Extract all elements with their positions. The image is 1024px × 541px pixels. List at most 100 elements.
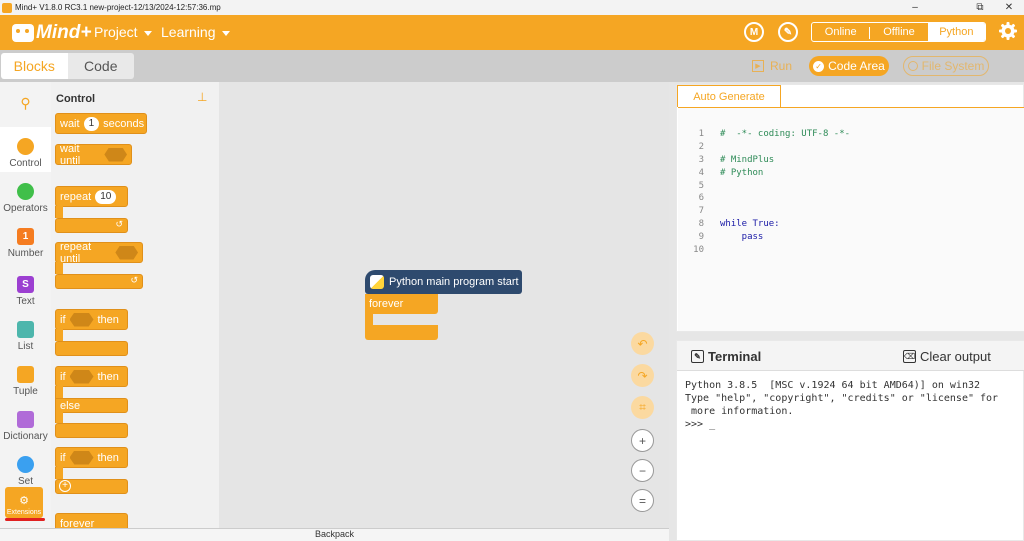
tab-blocks[interactable]: Blocks (1, 53, 68, 79)
if-then-elif-block[interactable]: if then (55, 447, 128, 468)
python-mode-button[interactable]: Python (927, 23, 985, 41)
terminal-icon: ✎ (691, 350, 704, 363)
zoom-out-icon[interactable]: − (631, 459, 654, 482)
control-color-icon (17, 138, 34, 155)
settings-gear-icon[interactable] (998, 21, 1018, 41)
palette-title: Control (56, 93, 96, 105)
window-titlebar: Mind+ V1.8.0 RC3.1 new-project-12/13/202… (0, 0, 1024, 15)
if-then-else-block-foot (55, 423, 128, 438)
add-branch-icon[interactable]: + (59, 480, 71, 492)
terminal-output[interactable]: Python 3.8.5 [MSC v.1924 64 bit AMD64)] … (685, 379, 1021, 431)
condition-slot[interactable] (69, 450, 94, 465)
loop-arrow-icon: ↺ (130, 275, 138, 285)
radio-icon (907, 61, 918, 71)
set-icon (17, 456, 34, 473)
wait-seconds-block[interactable]: wait 1 seconds (55, 113, 147, 134)
backpack-bar[interactable]: Backpack (0, 528, 669, 541)
python-logo-icon (370, 275, 384, 289)
forever-block[interactable]: forever (55, 513, 128, 528)
maximize-button[interactable]: ⧉ (965, 0, 995, 15)
category-sidebar: ⚲ Control Operators 1 Number S Text List… (0, 82, 51, 528)
close-button[interactable]: ✕ (994, 0, 1024, 15)
if-block-foot: + (55, 479, 128, 494)
redo-icon[interactable]: ↷ (631, 364, 654, 387)
else-section: else (55, 398, 128, 413)
device-manager-icon[interactable]: M (744, 22, 764, 42)
block-palette: Control ⊥ wait 1 seconds wait until repe… (51, 82, 219, 528)
condition-slot[interactable] (115, 245, 138, 260)
extensions-button[interactable]: ⚙ Extensions (5, 487, 43, 518)
loop-arrow-icon: ↺ (115, 219, 123, 229)
repeat-count-input[interactable]: 10 (95, 189, 117, 204)
repeat-until-block-foot: ↺ (55, 274, 143, 289)
if-then-block-foot (55, 341, 128, 356)
learning-menu[interactable]: Learning (161, 24, 230, 40)
condition-slot[interactable] (69, 312, 94, 327)
window-title: Mind+ V1.8.0 RC3.1 new-project-12/13/202… (15, 3, 221, 12)
tuple-icon (17, 366, 34, 383)
category-operators[interactable]: Operators (0, 172, 51, 217)
category-text[interactable]: S Text (0, 265, 51, 310)
terminal-panel: ✎ Terminal ⌫ Clear output Python 3.8.5 [MS… (676, 340, 1024, 541)
mode-switch: Online Offline Python (811, 22, 986, 42)
code-panel: Auto Generate 1 # -*- coding: UTF-8 -*- 2… (676, 84, 1024, 332)
minimize-button[interactable]: – (900, 0, 930, 15)
app-icon (2, 2, 12, 13)
zoom-in-icon[interactable]: + (631, 429, 654, 452)
chevron-down-icon (221, 30, 230, 36)
number-icon: 1 (17, 228, 34, 245)
wait-seconds-input[interactable]: 1 (83, 116, 100, 131)
category-tuple[interactable]: Tuple (0, 355, 51, 400)
text-icon: S (17, 276, 34, 293)
tab-auto-generate[interactable]: Auto Generate (677, 85, 781, 107)
pin-icon[interactable]: ⊥ (197, 90, 207, 104)
operators-color-icon (17, 183, 34, 200)
crop-icon[interactable]: ⌗ (631, 396, 654, 419)
terminal-title: ✎ Terminal (691, 349, 761, 364)
edit-icon[interactable]: ✎ (778, 22, 798, 42)
file-system-button[interactable]: File System (903, 56, 989, 76)
broom-icon: ⌫ (903, 350, 916, 363)
check-circle-icon: ✓ (813, 60, 825, 72)
repeat-until-block[interactable]: repeat until (55, 241, 143, 265)
menu-bar: Mind+ Project Learning M ✎ Online Offlin… (0, 15, 1024, 50)
reset-zoom-icon[interactable]: = (631, 489, 654, 512)
run-button[interactable]: ▶ Run (752, 56, 792, 76)
condition-slot[interactable] (69, 369, 94, 384)
mindplus-logo: Mind+ (12, 21, 91, 45)
extensions-icon: ⚙ (19, 495, 29, 507)
code-area-button[interactable]: ✓ Code Area (809, 56, 889, 76)
category-number[interactable]: 1 Number (0, 217, 51, 262)
annotation-underline (5, 518, 45, 521)
chevron-down-icon (143, 30, 152, 36)
if-then-block[interactable]: if then (55, 309, 128, 330)
category-set[interactable]: Set (0, 445, 51, 490)
terminal-header: ✎ Terminal ⌫ Clear output (677, 341, 1024, 371)
python-main-start-block[interactable]: Python main program start (365, 270, 522, 294)
search-icon: ⚲ (20, 95, 31, 111)
clear-output-button[interactable]: ⌫ Clear output (903, 349, 991, 364)
repeat-block-foot: ↺ (55, 218, 128, 233)
category-control[interactable]: Control (0, 127, 51, 172)
offline-mode-button[interactable]: Offline (870, 23, 927, 41)
online-mode-button[interactable]: Online (812, 23, 869, 41)
code-editor[interactable]: 1 # -*- coding: UTF-8 -*- 2 3 # MindPlus 4… (678, 107, 1024, 331)
dictionary-icon (17, 411, 34, 428)
wait-until-block[interactable]: wait until (55, 143, 132, 167)
view-tabs: Blocks Code (1, 53, 134, 79)
if-then-else-block[interactable]: if then (55, 366, 128, 387)
list-icon (17, 321, 34, 338)
robot-logo-icon (12, 24, 34, 42)
tab-code[interactable]: Code (67, 53, 134, 79)
condition-slot[interactable] (104, 147, 127, 162)
project-menu[interactable]: Project (94, 24, 152, 40)
search-category[interactable]: ⚲ (0, 82, 51, 127)
undo-icon[interactable]: ↶ (631, 332, 654, 355)
category-list[interactable]: List (0, 310, 51, 355)
block-workspace[interactable] (219, 82, 669, 528)
repeat-block[interactable]: repeat 10 (55, 186, 128, 207)
forever-loop-foot (365, 325, 438, 340)
play-icon: ▶ (752, 60, 764, 72)
forever-loop-block[interactable]: forever (365, 294, 438, 314)
category-dictionary[interactable]: Dictionary (0, 400, 51, 445)
